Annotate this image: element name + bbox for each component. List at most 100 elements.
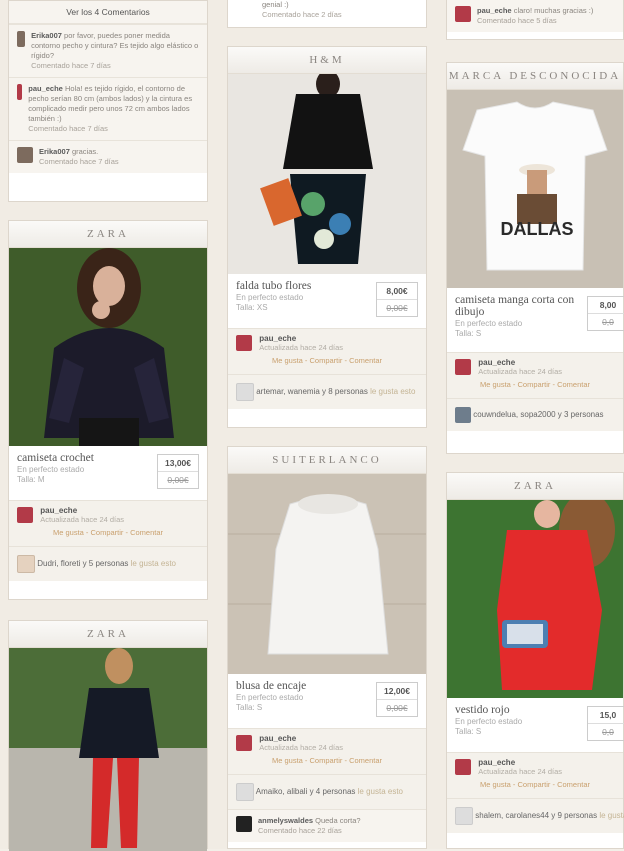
actions-links[interactable]: Me gusta - Compartir - Comentar xyxy=(236,352,418,369)
product-photo[interactable] xyxy=(228,74,426,274)
product-image: DALLAS xyxy=(447,90,623,288)
brand-header[interactable]: ZARA xyxy=(447,473,623,500)
comment-item: anmelyswaldes Queda corta? Comentado hace… xyxy=(228,809,426,842)
product-info: camiseta manga corta con dibujo En perfe… xyxy=(447,288,624,352)
product-info: falda tubo flores En perfecto estado Tal… xyxy=(228,274,426,328)
avatar[interactable] xyxy=(236,383,254,401)
product-info: camiseta crochet En perfecto estado Tall… xyxy=(9,446,207,500)
seller-row: pau_eche Actualizada hace 24 días Me gus… xyxy=(228,328,426,374)
avatar[interactable] xyxy=(455,759,471,775)
avatar[interactable] xyxy=(236,335,252,351)
avatar[interactable] xyxy=(17,31,26,47)
original-price: 0,0 xyxy=(602,317,614,327)
avatar[interactable] xyxy=(17,507,33,523)
product-image xyxy=(9,248,207,446)
product-photo[interactable] xyxy=(9,648,207,851)
comment-user[interactable]: Erika007 xyxy=(39,147,70,156)
comment-text: genial :) xyxy=(262,0,289,9)
actions-links[interactable]: Me gusta - Compartir - Comentar xyxy=(17,524,199,541)
brand-header[interactable]: ZARA xyxy=(9,621,207,648)
avatar[interactable] xyxy=(455,807,473,825)
seller-name[interactable]: pau_eche xyxy=(259,734,296,743)
price-box: 15,0 0,0 xyxy=(587,706,624,741)
avatar[interactable] xyxy=(17,84,23,100)
comment-item: pau_eche Hola! es tejido rígido, el cont… xyxy=(9,77,207,140)
comment-text: claro! muchas gracias :) xyxy=(513,6,594,15)
comment-user[interactable]: pau_eche xyxy=(28,84,63,93)
comment-user[interactable]: pau_eche xyxy=(477,6,512,15)
product-card: ZARA camiseta crochet En perfecto estado… xyxy=(8,220,208,600)
comment-time: Comentado hace 2 días xyxy=(262,10,342,19)
product-photo[interactable] xyxy=(9,248,207,446)
updated-time: Actualizada hace 24 días xyxy=(259,343,344,352)
avatar[interactable] xyxy=(455,359,471,375)
price: 15,0 xyxy=(588,707,624,724)
comment-text: gracias. xyxy=(71,147,99,156)
price: 12,00€ xyxy=(377,683,417,700)
comment-time: Comentado hace 22 días xyxy=(258,826,342,835)
actions-links[interactable]: Me gusta - Compartir - Comentar xyxy=(455,776,615,793)
likes-users[interactable]: shalem, carolanes44 y 9 personas xyxy=(475,811,597,820)
product-photo[interactable] xyxy=(228,474,426,674)
product-image xyxy=(228,74,426,274)
original-price: 0,00€ xyxy=(167,475,189,485)
price: 8,00€ xyxy=(377,283,417,300)
product-photo[interactable]: DALLAS xyxy=(447,90,623,288)
seller-name[interactable]: pau_eche xyxy=(478,358,515,367)
likes-users[interactable]: Dudri, floreti y 5 personas xyxy=(37,559,128,568)
comment-item: Erika007 gracias. Comentado hace 7 días xyxy=(9,140,207,173)
avatar[interactable] xyxy=(17,555,35,573)
actions-links[interactable]: Me gusta - Compartir - Comentar xyxy=(236,752,418,769)
product-card: ZARA vestido rojo En perfecto estado Tal… xyxy=(446,472,624,849)
brand-header[interactable]: MARCA DESCONOCIDA xyxy=(447,63,623,90)
price-box: 13,00€ 0,00€ xyxy=(157,454,199,489)
avatar[interactable] xyxy=(455,6,471,22)
avatar[interactable] xyxy=(17,147,33,163)
product-title[interactable]: camiseta manga corta con dibujo xyxy=(455,294,575,318)
seller-name[interactable]: pau_eche xyxy=(478,758,515,767)
avatar[interactable] xyxy=(236,816,252,832)
comment-time: Comentado hace 7 días xyxy=(28,124,108,133)
catalog-page: Ver los 4 Comentarios Erika007 por favor… xyxy=(0,0,624,851)
avatar[interactable] xyxy=(455,407,471,423)
product-card: SUITERLANCO blusa de encaje En perfecto … xyxy=(227,446,427,849)
comment-item: pau_eche claro! muchas gracias :) Comenta… xyxy=(446,0,624,40)
view-all-comments-link[interactable]: Ver los 4 Comentarios xyxy=(9,1,207,24)
comment-user[interactable]: anmelyswaldes xyxy=(258,816,313,825)
brand-header[interactable]: SUITERLANCO xyxy=(228,447,426,474)
product-photo[interactable] xyxy=(447,500,623,698)
comment-fragment: genial :) Comentado hace 2 días xyxy=(227,0,427,28)
shirt-print-text: DALLAS xyxy=(501,219,574,239)
product-card: H&M falda tubo flores En perfecto estado… xyxy=(227,46,427,428)
seller-row: pau_eche Actualizada hace 24 días Me gus… xyxy=(447,752,623,798)
avatar[interactable] xyxy=(236,735,252,751)
product-card: MARCA DESCONOCIDA DALLAS camiseta manga … xyxy=(446,62,624,454)
likes-users[interactable]: Amaiko, alibali y 4 personas xyxy=(256,787,356,796)
price: 8,00 xyxy=(588,297,624,314)
original-price: 0,00€ xyxy=(386,303,408,313)
updated-time: Actualizada hace 24 días xyxy=(478,767,563,776)
brand-header[interactable]: H&M xyxy=(228,47,426,74)
price: 13,00€ xyxy=(158,455,198,472)
brand-header[interactable]: ZARA xyxy=(9,221,207,248)
likes-users[interactable]: couwndelua, sopa2000 y 3 personas xyxy=(473,410,603,419)
product-card: ZARA xyxy=(8,620,208,851)
likes-users[interactable]: artemar, wanemia y 8 personas xyxy=(256,387,368,396)
price-box: 8,00 0,0 xyxy=(587,296,624,331)
avatar[interactable] xyxy=(236,783,254,801)
comment-item: Erika007 por favor, puedes poner medida … xyxy=(9,24,207,77)
product-info: blusa de encaje En perfecto estado Talla… xyxy=(228,674,426,728)
price-box: 12,00€ 0,00€ xyxy=(376,682,418,717)
comment-time: Comentado hace 7 días xyxy=(31,61,111,70)
likes-row: shalem, carolanes44 y 9 personas le gust… xyxy=(447,798,624,833)
comment-text: Queda corta? xyxy=(315,816,361,825)
seller-name[interactable]: pau_eche xyxy=(40,506,77,515)
seller-row: pau_eche Actualizada hace 24 días Me gus… xyxy=(447,352,623,398)
updated-time: Actualizada hace 24 días xyxy=(40,515,125,524)
actions-links[interactable]: Me gusta - Compartir - Comentar xyxy=(455,376,615,393)
comment-user[interactable]: Erika007 xyxy=(31,31,62,40)
original-price: 0,00€ xyxy=(386,703,408,713)
seller-name[interactable]: pau_eche xyxy=(259,334,296,343)
likes-row: artemar, wanemia y 8 personas le gusta e… xyxy=(228,374,426,409)
likes-row: Amaiko, alibali y 4 personas le gusta es… xyxy=(228,774,426,809)
